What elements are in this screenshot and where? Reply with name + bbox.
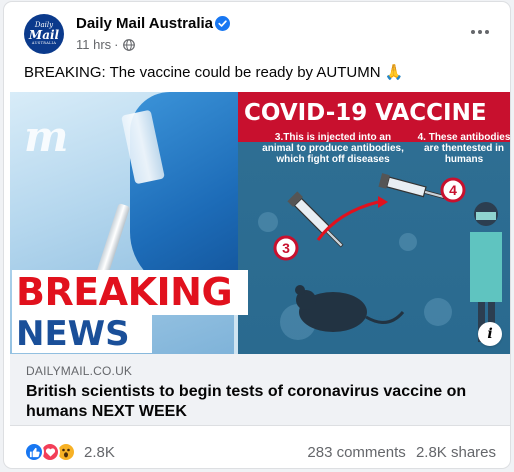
meta-separator: · <box>114 37 119 52</box>
step-4-description: 4. These antibodies are thentested in hu… <box>417 132 510 165</box>
like-icon <box>24 442 44 462</box>
more-options-button[interactable] <box>462 20 498 44</box>
post-meta: 11 hrs · <box>76 37 135 52</box>
shares-count-link[interactable]: 2.8K shares <box>416 444 496 461</box>
step-3-description: 3.This is injected into an animal to pro… <box>262 132 404 165</box>
engagement-stats: 283 comments 2.8K shares <box>301 444 496 461</box>
more-dot-icon <box>471 30 475 34</box>
info-button[interactable]: i <box>478 322 502 346</box>
step-3-number: 3 <box>282 240 290 256</box>
link-headline: British scientists to begin tests of cor… <box>26 383 467 420</box>
breaking-text: BREAKING <box>12 270 248 315</box>
reaction-count: 2.8K <box>84 443 115 461</box>
post-text: BREAKING: The vaccine could be ready by … <box>24 64 404 81</box>
link-preview[interactable]: DAILYMAIL.CO.UK British scientists to be… <box>10 354 510 426</box>
more-dot-icon <box>485 30 489 34</box>
daily-mail-logo: m <box>24 112 69 161</box>
infographic-diagram: 3 4 <box>258 173 502 342</box>
globe-icon <box>122 38 135 51</box>
post-timestamp[interactable]: 11 hrs <box>76 37 111 52</box>
mouse-illustration <box>295 285 405 332</box>
comments-count-link[interactable]: 283 comments <box>307 444 405 461</box>
reactions-summary[interactable]: 2.8K <box>24 442 115 462</box>
post-image[interactable]: m COVID-19 VACCINE 3.This is injected in… <box>10 92 510 354</box>
human-illustration <box>470 202 502 342</box>
page-avatar[interactable]: Daily Mail AUSTRALIA <box>24 14 64 54</box>
avatar-line-3: AUSTRALIA <box>31 41 57 46</box>
page-name-link[interactable]: Daily Mail Australia <box>76 15 213 32</box>
syringe-4-icon <box>378 173 445 199</box>
link-domain: DAILYMAIL.CO.UK <box>26 364 133 378</box>
news-text: NEWS <box>12 315 152 353</box>
covid-vaccine-infographic: COVID-19 VACCINE 3.This is injected into… <box>238 92 510 354</box>
breaking-news-label: BREAKING NEWS <box>12 270 248 353</box>
step-4-number: 4 <box>449 182 457 198</box>
verified-badge-icon <box>215 16 230 31</box>
more-dot-icon <box>478 30 482 34</box>
post-card: Daily Mail AUSTRALIA Daily Mail Australi… <box>4 2 510 468</box>
avatar-line-2: Mail <box>28 28 60 43</box>
